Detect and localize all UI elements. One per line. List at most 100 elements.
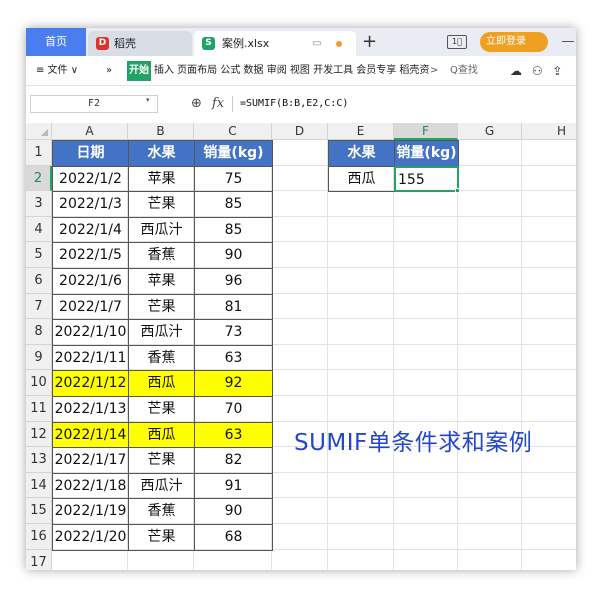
fruit-cell[interactable]: 芒果 bbox=[128, 293, 195, 321]
row-header-15[interactable]: 15 bbox=[26, 498, 52, 524]
row-header-10[interactable]: 10 bbox=[26, 370, 52, 396]
column-header-b[interactable]: B bbox=[128, 123, 194, 140]
table-header[interactable]: 销量(kg) bbox=[194, 140, 273, 167]
grid-cell[interactable] bbox=[458, 165, 522, 192]
grid-cell[interactable] bbox=[394, 472, 458, 499]
grid-cell[interactable] bbox=[328, 396, 394, 422]
row-header-1[interactable]: 1 bbox=[26, 140, 52, 166]
column-header-h[interactable]: H bbox=[522, 123, 576, 140]
date-cell[interactable]: 2022/1/14 bbox=[52, 421, 129, 449]
quantity-cell[interactable]: 92 bbox=[194, 370, 273, 397]
grid-cell[interactable] bbox=[394, 498, 458, 524]
grid-cell[interactable] bbox=[522, 166, 576, 192]
toolbar-icons[interactable]: ☁ ⚇ ⇪ bbox=[510, 56, 565, 86]
quantity-cell[interactable]: 85 bbox=[194, 216, 273, 244]
quantity-cell[interactable]: 96 bbox=[194, 268, 273, 295]
row-header-9[interactable]: 9 bbox=[26, 344, 52, 371]
grid-cell[interactable] bbox=[328, 472, 394, 499]
grid-cell[interactable] bbox=[522, 294, 576, 320]
fruit-cell[interactable]: 香蕉 bbox=[128, 498, 195, 525]
grid-cell[interactable] bbox=[194, 549, 272, 570]
fruit-cell[interactable]: 西瓜 bbox=[128, 370, 195, 397]
grid-cell[interactable] bbox=[522, 191, 576, 217]
grid-cell[interactable] bbox=[328, 293, 394, 320]
tab-daoke[interactable]: D 稻壳 bbox=[88, 31, 192, 56]
grid-cell[interactable] bbox=[522, 268, 576, 294]
grid-cell[interactable] bbox=[272, 344, 328, 371]
grid-cell[interactable] bbox=[272, 498, 328, 524]
grid-cell[interactable] bbox=[328, 216, 394, 243]
grid-cell[interactable] bbox=[394, 549, 458, 570]
grid-cell[interactable] bbox=[272, 319, 328, 345]
new-tab-button[interactable]: + bbox=[362, 29, 377, 55]
grid-cell[interactable] bbox=[328, 524, 394, 550]
row-header-13[interactable]: 13 bbox=[26, 447, 52, 473]
row-header-5[interactable]: 5 bbox=[26, 242, 52, 268]
fruit-cell[interactable]: 苹果 bbox=[128, 165, 195, 193]
grid-cell[interactable] bbox=[522, 242, 576, 268]
login-button[interactable]: 立即登录 bbox=[480, 32, 548, 52]
grid-cell[interactable] bbox=[394, 216, 458, 243]
date-cell[interactable]: 2022/1/19 bbox=[52, 498, 129, 525]
quantity-cell[interactable]: 63 bbox=[194, 344, 273, 372]
grid-cell[interactable] bbox=[272, 242, 328, 268]
result-cell-selected[interactable]: 155 bbox=[394, 165, 459, 193]
grid-cell[interactable] bbox=[272, 472, 328, 499]
grid-cell[interactable] bbox=[522, 345, 576, 371]
fx-icon[interactable]: fx bbox=[212, 93, 224, 115]
date-cell[interactable]: 2022/1/5 bbox=[52, 242, 129, 269]
grid-cell[interactable] bbox=[458, 191, 522, 217]
column-header-g[interactable]: G bbox=[458, 123, 522, 140]
grid-cell[interactable] bbox=[128, 549, 194, 570]
fruit-cell[interactable]: 芒果 bbox=[128, 447, 195, 474]
quantity-cell[interactable]: 70 bbox=[194, 396, 273, 423]
fruit-cell[interactable]: 西瓜汁 bbox=[128, 216, 195, 244]
quantity-cell[interactable]: 73 bbox=[194, 319, 273, 346]
grid-cell[interactable] bbox=[458, 549, 522, 570]
search-button[interactable]: Q查找 bbox=[450, 56, 478, 86]
lookup-header[interactable]: 水果 bbox=[328, 140, 395, 167]
grid-cell[interactable] bbox=[458, 268, 522, 294]
date-cell[interactable]: 2022/1/2 bbox=[52, 165, 129, 193]
grid-cell[interactable] bbox=[458, 472, 522, 499]
fruit-cell[interactable]: 西瓜汁 bbox=[128, 319, 195, 346]
formula-input[interactable]: =SUMIF(B:B,E2,C:C) bbox=[240, 93, 348, 115]
row-header-6[interactable]: 6 bbox=[26, 268, 52, 294]
row-header-7[interactable]: 7 bbox=[26, 293, 52, 320]
date-cell[interactable]: 2022/1/18 bbox=[52, 472, 129, 500]
fruit-cell[interactable]: 香蕉 bbox=[128, 242, 195, 269]
date-cell[interactable]: 2022/1/6 bbox=[52, 268, 129, 295]
quantity-cell[interactable]: 91 bbox=[194, 472, 273, 500]
row-header-8[interactable]: 8 bbox=[26, 319, 52, 345]
grid-cell[interactable] bbox=[458, 370, 522, 396]
minimize-icon[interactable] bbox=[562, 41, 574, 42]
more-icon[interactable]: » bbox=[106, 56, 112, 86]
date-cell[interactable]: 2022/1/11 bbox=[52, 344, 129, 372]
grid-cell[interactable] bbox=[394, 524, 458, 550]
grid-cell[interactable] bbox=[522, 524, 576, 550]
grid-cell[interactable] bbox=[394, 396, 458, 422]
name-box[interactable]: F2 bbox=[30, 95, 158, 113]
fruit-cell[interactable]: 西瓜 bbox=[128, 421, 195, 449]
quantity-cell[interactable]: 63 bbox=[194, 421, 273, 449]
chevron-right-icon[interactable]: > bbox=[430, 56, 438, 86]
grid-cell[interactable] bbox=[272, 191, 328, 217]
grid-cell[interactable] bbox=[522, 396, 576, 422]
grid-cell[interactable] bbox=[522, 370, 576, 396]
grid-cell[interactable] bbox=[394, 268, 458, 294]
grid-cell[interactable] bbox=[458, 242, 522, 268]
date-cell[interactable]: 2022/1/13 bbox=[52, 396, 129, 423]
column-header-c[interactable]: C bbox=[194, 123, 272, 140]
fill-handle[interactable] bbox=[455, 188, 460, 194]
quantity-cell[interactable]: 85 bbox=[194, 191, 273, 218]
date-cell[interactable]: 2022/1/3 bbox=[52, 191, 129, 218]
grid-cell[interactable] bbox=[394, 319, 458, 345]
file-menu[interactable]: ≡ 文件 ∨ bbox=[36, 56, 78, 86]
row-header-2[interactable]: 2 bbox=[26, 165, 52, 192]
grid-cell[interactable] bbox=[458, 140, 522, 166]
grid-cell[interactable] bbox=[522, 473, 576, 499]
column-header-e[interactable]: E bbox=[328, 123, 394, 140]
row-header-4[interactable]: 4 bbox=[26, 216, 52, 243]
row-header-11[interactable]: 11 bbox=[26, 396, 52, 422]
grid-cell[interactable] bbox=[522, 319, 576, 345]
